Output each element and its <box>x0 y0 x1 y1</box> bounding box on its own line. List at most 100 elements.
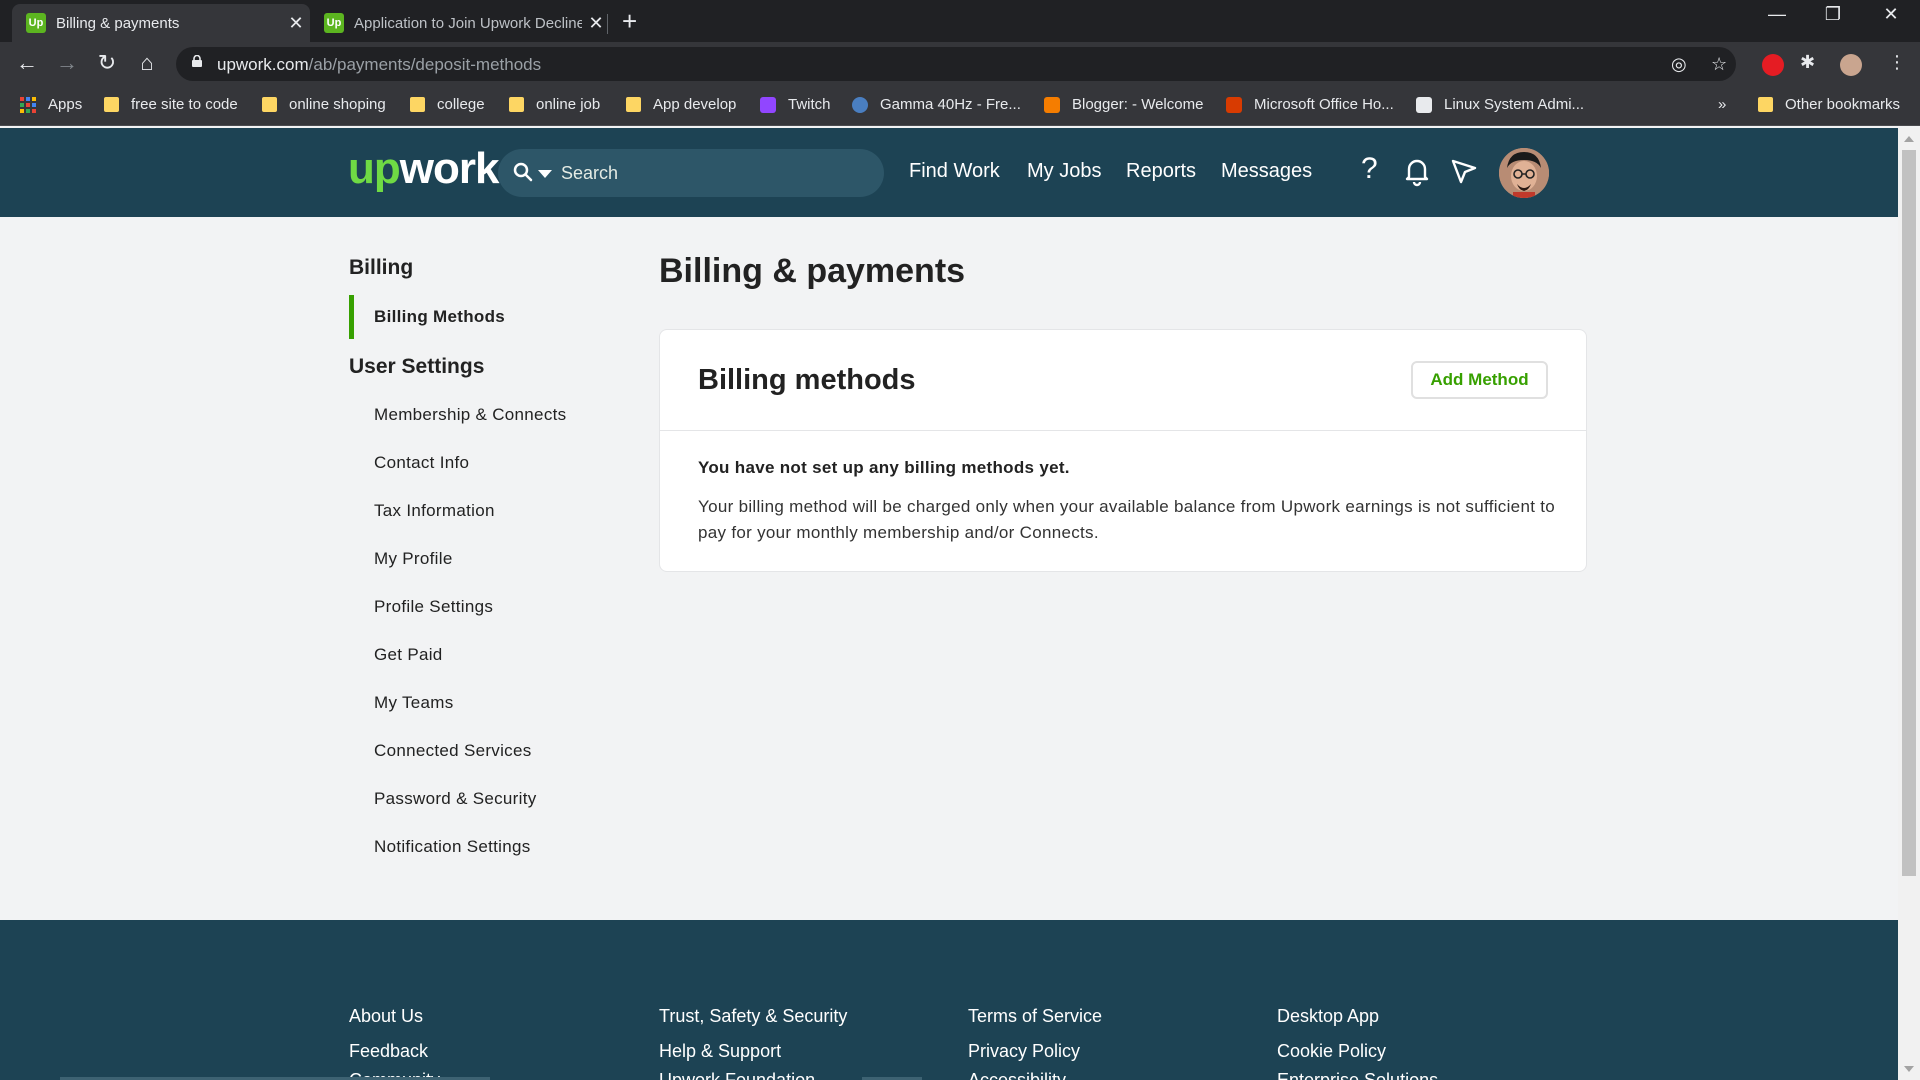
bookmark-folder[interactable]: online shoping <box>262 96 386 113</box>
nav-messages[interactable]: Messages <box>1221 160 1312 183</box>
sidebar-item-my-teams[interactable]: My Teams <box>374 693 454 713</box>
chevron-down-icon[interactable] <box>538 170 552 178</box>
browser-toolbar: ← → ↻ ⌂ upwork.com/ab/payments/deposit-m… <box>0 42 1920 86</box>
help-icon[interactable]: ? <box>1361 152 1378 186</box>
upwork-favicon-icon: Up <box>26 13 46 33</box>
eye-blocked-icon[interactable]: ◎ <box>1671 54 1687 75</box>
footer-link-privacy[interactable]: Privacy Policy <box>968 1041 1080 1062</box>
folder-icon <box>262 97 277 112</box>
footer-link-desktop-app[interactable]: Desktop App <box>1277 1006 1379 1027</box>
bookmark-folder[interactable]: free site to code <box>104 96 238 113</box>
bookmark-gamma[interactable]: Gamma 40Hz - Fre... <box>852 96 1021 113</box>
avatar[interactable] <box>1499 148 1549 198</box>
bookmarks-bar: Apps free site to code online shoping co… <box>0 86 1920 126</box>
minimize-icon[interactable]: — <box>1749 4 1805 25</box>
active-indicator <box>349 295 354 339</box>
site-footer: About Us Feedback Community Trust, Safet… <box>0 920 1898 1080</box>
footer-link-feedback[interactable]: Feedback <box>349 1041 428 1062</box>
tab-close-icon[interactable]: ✕ <box>282 13 310 34</box>
nav-reports[interactable]: Reports <box>1126 160 1196 183</box>
apps-grid-icon <box>20 96 36 113</box>
browser-tabstrip: Up Billing & payments ✕ Up Application t… <box>0 0 1920 42</box>
nav-my-jobs[interactable]: My Jobs <box>1027 160 1101 183</box>
folder-icon <box>1758 97 1773 112</box>
bookmark-linux[interactable]: Linux System Admi... <box>1416 96 1584 113</box>
scroll-up-arrow-icon[interactable] <box>1904 136 1914 142</box>
scroll-down-arrow-icon[interactable] <box>1904 1066 1914 1072</box>
bell-icon[interactable] <box>1399 153 1435 189</box>
nav-find-work[interactable]: Find Work <box>909 160 1000 183</box>
bookmark-office[interactable]: Microsoft Office Ho... <box>1226 96 1394 113</box>
back-arrow-icon[interactable]: ← <box>12 50 42 76</box>
bookmark-other[interactable]: Other bookmarks <box>1758 96 1900 113</box>
empty-state-title: You have not set up any billing methods … <box>698 458 1070 477</box>
reload-icon[interactable]: ↻ <box>92 50 122 76</box>
footer-link-cookie-policy[interactable]: Cookie Policy <box>1277 1041 1386 1062</box>
sidebar-heading-billing: Billing <box>349 256 414 279</box>
adblock-extension-icon[interactable] <box>1762 54 1784 76</box>
upwork-logo[interactable]: upwork <box>348 144 499 194</box>
sidebar-item-profile-settings[interactable]: Profile Settings <box>374 597 493 617</box>
footer-link-upwork-foundation[interactable]: Upwork Foundation <box>659 1070 815 1080</box>
page-scrollbar[interactable] <box>1898 128 1920 1080</box>
bookmark-label: App develop <box>653 96 737 113</box>
footer-link-accessibility[interactable]: Accessibility <box>968 1070 1066 1080</box>
sidebar-item-contact-info[interactable]: Contact Info <box>374 453 469 473</box>
tab-close-icon[interactable]: ✕ <box>582 13 610 34</box>
add-method-button[interactable]: Add Method <box>1411 361 1548 399</box>
send-arrow-icon[interactable] <box>1446 153 1482 189</box>
folder-icon <box>410 97 425 112</box>
twitch-icon <box>760 96 776 113</box>
sidebar-item-membership-connects[interactable]: Membership & Connects <box>374 405 566 425</box>
bookmark-label: online shoping <box>289 96 386 113</box>
bookmark-label: Apps <box>48 96 83 113</box>
restore-icon[interactable]: ❐ <box>1805 4 1861 25</box>
footer-link-trust-safety[interactable]: Trust, Safety & Security <box>659 1006 847 1027</box>
bookmark-folder[interactable]: App develop <box>626 96 736 113</box>
billing-methods-card: Billing methods Add Method You have not … <box>659 329 1587 572</box>
bookmark-twitch[interactable]: Twitch <box>760 96 831 113</box>
bookmark-folder[interactable]: college <box>410 96 485 113</box>
tab-separator <box>607 14 608 34</box>
tab-title: Billing & payments <box>56 14 180 32</box>
page-title: Billing & payments <box>659 252 966 290</box>
sidebar-item-get-paid[interactable]: Get Paid <box>374 645 443 665</box>
bookmark-label: Linux System Admi... <box>1444 96 1585 113</box>
bookmarks-overflow-chevron-icon[interactable]: » <box>1718 96 1726 113</box>
scrollbar-thumb[interactable] <box>1902 150 1916 876</box>
logo-up: up <box>348 144 401 193</box>
address-bar[interactable]: upwork.com/ab/payments/deposit-methods ◎… <box>176 47 1736 81</box>
search-input[interactable]: Search <box>498 149 884 197</box>
tab-application-declined[interactable]: Up Application to Join Upwork Declined ✕ <box>310 4 610 42</box>
bookmark-blogger[interactable]: Blogger: - Welcome <box>1044 96 1203 113</box>
tab-billing-payments[interactable]: Up Billing & payments ✕ <box>12 4 310 42</box>
bookmark-apps[interactable]: Apps <box>20 96 82 113</box>
footer-link-help-support[interactable]: Help & Support <box>659 1041 781 1062</box>
star-bookmark-icon[interactable]: ☆ <box>1711 54 1727 75</box>
bookmark-label: online job <box>536 96 601 113</box>
sidebar-heading-user-settings: User Settings <box>349 355 485 378</box>
kebab-menu-icon[interactable]: ⋮ <box>1888 52 1906 73</box>
sidebar-item-tax-information[interactable]: Tax Information <box>374 501 495 521</box>
card-title: Billing methods <box>698 364 916 396</box>
sidebar-item-my-profile[interactable]: My Profile <box>374 549 453 569</box>
forward-arrow-icon[interactable]: → <box>52 50 82 76</box>
puzzle-extensions-icon[interactable]: ✱ <box>1800 52 1815 73</box>
billing-description: Your billing method will be charged only… <box>698 497 1556 542</box>
footer-link-enterprise[interactable]: Enterprise Solutions <box>1277 1070 1438 1080</box>
overflow-label: » <box>1718 96 1727 113</box>
bookmark-folder[interactable]: online job <box>509 96 600 113</box>
sidebar-item-connected-services[interactable]: Connected Services <box>374 741 532 761</box>
office-icon <box>1226 96 1242 113</box>
profile-avatar-icon[interactable] <box>1840 54 1862 76</box>
sidebar-item-billing-methods[interactable]: Billing Methods <box>374 307 505 327</box>
avatar-face-icon <box>1499 148 1549 198</box>
gamma-site-icon <box>852 96 868 113</box>
new-tab-plus-icon[interactable]: + <box>622 6 637 37</box>
sidebar-item-password-security[interactable]: Password & Security <box>374 789 537 809</box>
footer-link-about-us[interactable]: About Us <box>349 1006 423 1027</box>
window-close-icon[interactable]: ✕ <box>1863 4 1919 25</box>
sidebar-item-notification-settings[interactable]: Notification Settings <box>374 837 531 857</box>
footer-link-terms[interactable]: Terms of Service <box>968 1006 1102 1027</box>
home-icon[interactable]: ⌂ <box>132 50 162 76</box>
